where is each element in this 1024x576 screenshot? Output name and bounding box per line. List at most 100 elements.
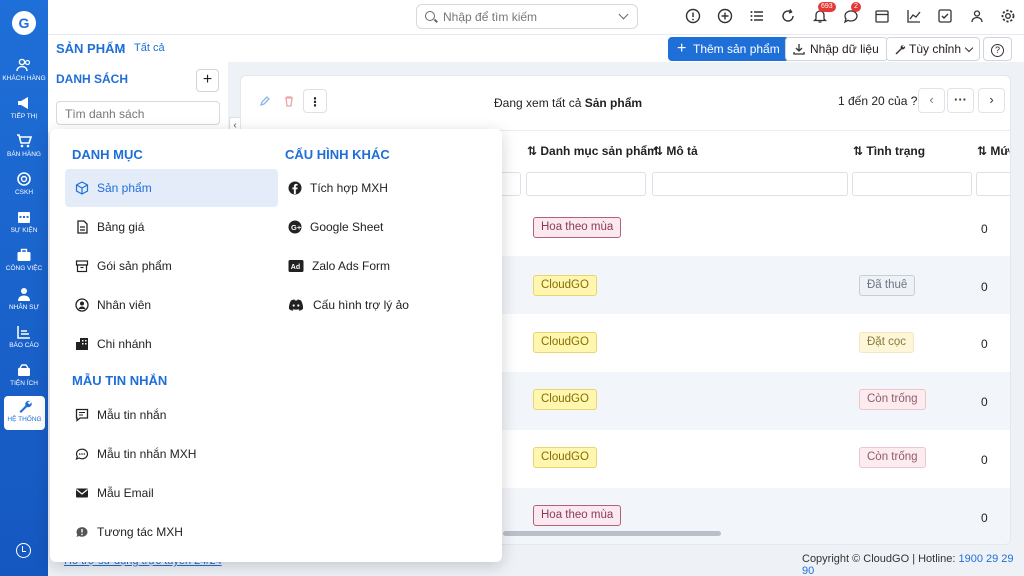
menu-item-social-interaction[interactable]: Tương tác MXH — [65, 513, 278, 551]
menu-item-label: Zalo Ads Form — [312, 259, 391, 273]
toolbox-icon — [18, 364, 30, 376]
help-button[interactable]: ? — [983, 37, 1012, 61]
sidebar-item-system[interactable]: HỆ THỐNG — [4, 396, 45, 430]
prev-page-button[interactable]: ‹ — [918, 88, 945, 113]
discord-icon — [288, 299, 304, 311]
menu-item-label: Google Sheet — [310, 220, 384, 234]
list-panel-title: DANH SÁCH — [56, 72, 128, 86]
category-filter-input[interactable] — [526, 172, 646, 196]
sidebar-item-tasks[interactable]: CÔNG VIỆC — [2, 245, 46, 283]
trend-chart-icon[interactable] — [906, 8, 922, 24]
menu-item-price-list[interactable]: Bảng giá — [65, 208, 278, 246]
chat-count-badge: 2 — [851, 2, 861, 12]
menu-item-product-bundle[interactable]: Gói sản phẩm — [65, 247, 278, 285]
user-icon[interactable] — [969, 8, 985, 24]
pencil-icon — [259, 96, 270, 107]
plus-icon: + — [677, 40, 687, 57]
refresh-icon[interactable] — [780, 8, 796, 24]
import-data-button[interactable]: Nhập dữ liệu — [785, 37, 888, 61]
sidebar-item-label: SỰ KIỆN — [10, 227, 38, 234]
menu-item-label: Bảng giá — [97, 220, 145, 234]
sidebar-item-label: KHÁCH HÀNG — [2, 75, 46, 82]
column-header-category[interactable]: ⇅ Danh mục sản phẩm — [527, 144, 658, 158]
section-title-other-config: CẤU HÌNH KHÁC — [285, 147, 390, 162]
column-header-status[interactable]: ⇅ Tình trạng — [853, 144, 925, 158]
menu-item-message-template[interactable]: Mẫu tin nhắn — [65, 396, 278, 434]
status-tag: Còn trống — [859, 389, 926, 410]
sidebar-item-utilities[interactable]: TIỆN ÍCH — [2, 360, 46, 398]
megaphone-icon — [18, 97, 28, 109]
page-options-button[interactable]: ··· — [947, 88, 974, 113]
help-icon: ? — [991, 44, 1004, 57]
menu-item-zalo-ads-form[interactable]: Ad Zalo Ads Form — [278, 247, 488, 285]
gear-icon[interactable] — [1000, 8, 1016, 24]
column-header-description[interactable]: ⇅ Mô tả — [653, 144, 698, 158]
sidebar-item-marketing[interactable]: TIẾP THỊ — [2, 93, 46, 131]
svg-text:Ad: Ad — [291, 264, 300, 271]
level-value: 0 — [981, 337, 988, 351]
menu-item-google-sheet[interactable]: G+ Google Sheet — [278, 208, 488, 246]
menu-item-social-integration[interactable]: Tích hợp MXH — [278, 169, 488, 207]
sidebar-item-hr[interactable]: NHÂN SỰ — [2, 284, 46, 322]
breadcrumb-separator: › — [121, 40, 126, 55]
level-filter-input[interactable] — [976, 172, 1010, 196]
breadcrumb-view[interactable]: Tất cả — [134, 42, 165, 54]
column-header-level[interactable]: ⇅ Mức — [977, 144, 1010, 158]
customize-dropdown[interactable]: Tùy chỉnh — [886, 37, 981, 61]
briefcase-icon — [17, 248, 31, 261]
checkbox-icon[interactable] — [937, 8, 953, 24]
sidebar-item-label: CÔNG VIỆC — [5, 265, 43, 272]
view-prefix: Đang xem tất cả — [494, 96, 585, 110]
breadcrumb-module[interactable]: SẢN PHẨM — [56, 41, 125, 56]
alert-circle-icon[interactable] — [685, 8, 701, 24]
sidebar-item-reports[interactable]: BÁO CÁO — [2, 322, 46, 360]
horizontal-scrollbar[interactable] — [503, 531, 721, 536]
list-icon[interactable] — [749, 8, 765, 24]
level-value: 0 — [981, 395, 988, 409]
level-value: 0 — [981, 280, 988, 294]
customize-label: Tùy chỉnh — [909, 42, 962, 56]
box-icon — [75, 181, 89, 195]
menu-item-branches[interactable]: Chi nhánh — [65, 325, 278, 363]
menu-item-label: Tích hợp MXH — [310, 181, 388, 195]
menu-item-label: Mẫu tin nhắn — [97, 408, 167, 422]
delete-button[interactable] — [277, 89, 301, 113]
add-product-button[interactable]: + Thêm sản phẩm — [668, 37, 789, 61]
sidebar-item-sales[interactable]: BÁN HÀNG — [2, 131, 46, 169]
clock-icon[interactable] — [16, 543, 31, 558]
add-list-button[interactable]: + — [196, 69, 219, 92]
calendar-icon[interactable] — [874, 8, 890, 24]
chat-button[interactable]: 2 — [843, 2, 861, 24]
level-value: 0 — [981, 453, 988, 467]
menu-item-staff[interactable]: Nhân viên — [65, 286, 278, 324]
edit-button[interactable] — [253, 89, 277, 113]
import-data-label: Nhập dữ liệu — [810, 42, 879, 56]
plus-circle-icon[interactable] — [717, 8, 733, 24]
sidebar-item-label: BÁN HÀNG — [7, 151, 41, 158]
user-circle-icon — [75, 298, 89, 312]
wrench-icon — [19, 400, 32, 413]
sidebar-item-customer-care[interactable]: CSKH — [2, 169, 46, 207]
list-search-input[interactable]: Tìm danh sách — [56, 101, 220, 125]
menu-item-social-message-template[interactable]: Mẫu tin nhắn MXH — [65, 435, 278, 473]
sidebar-item-customers[interactable]: KHÁCH HÀNG — [2, 55, 46, 93]
sidebar-item-events[interactable]: SỰ KIỆN — [2, 207, 46, 245]
menu-item-virtual-assistant[interactable]: Cấu hình trợ lý ảo — [278, 286, 488, 324]
category-tag: Hoa theo mùa — [533, 217, 622, 238]
description-filter-input[interactable] — [652, 172, 848, 196]
category-tag: CloudGO — [533, 332, 597, 353]
notifications-button[interactable]: 693 — [812, 2, 836, 24]
next-page-button[interactable]: › — [978, 88, 1005, 113]
menu-item-email-template[interactable]: Mẫu Email — [65, 474, 278, 512]
global-search-input[interactable]: Nhập để tìm kiếm — [416, 4, 638, 29]
add-product-label: Thêm sản phẩm — [693, 42, 780, 56]
sidebar-item-label: TIỆN ÍCH — [10, 380, 38, 387]
category-tag: Hoa theo mùa — [533, 505, 622, 526]
alert-chat-icon — [76, 527, 88, 537]
more-options-button[interactable]: ⋮ — [303, 89, 327, 113]
status-filter-input[interactable] — [852, 172, 972, 196]
chat-dots-icon — [75, 448, 89, 461]
cloudgo-logo[interactable]: G — [12, 11, 36, 35]
sidebar-item-label: HỆ THỐNG — [7, 416, 42, 423]
menu-item-products[interactable]: Sản phẩm — [65, 169, 278, 207]
